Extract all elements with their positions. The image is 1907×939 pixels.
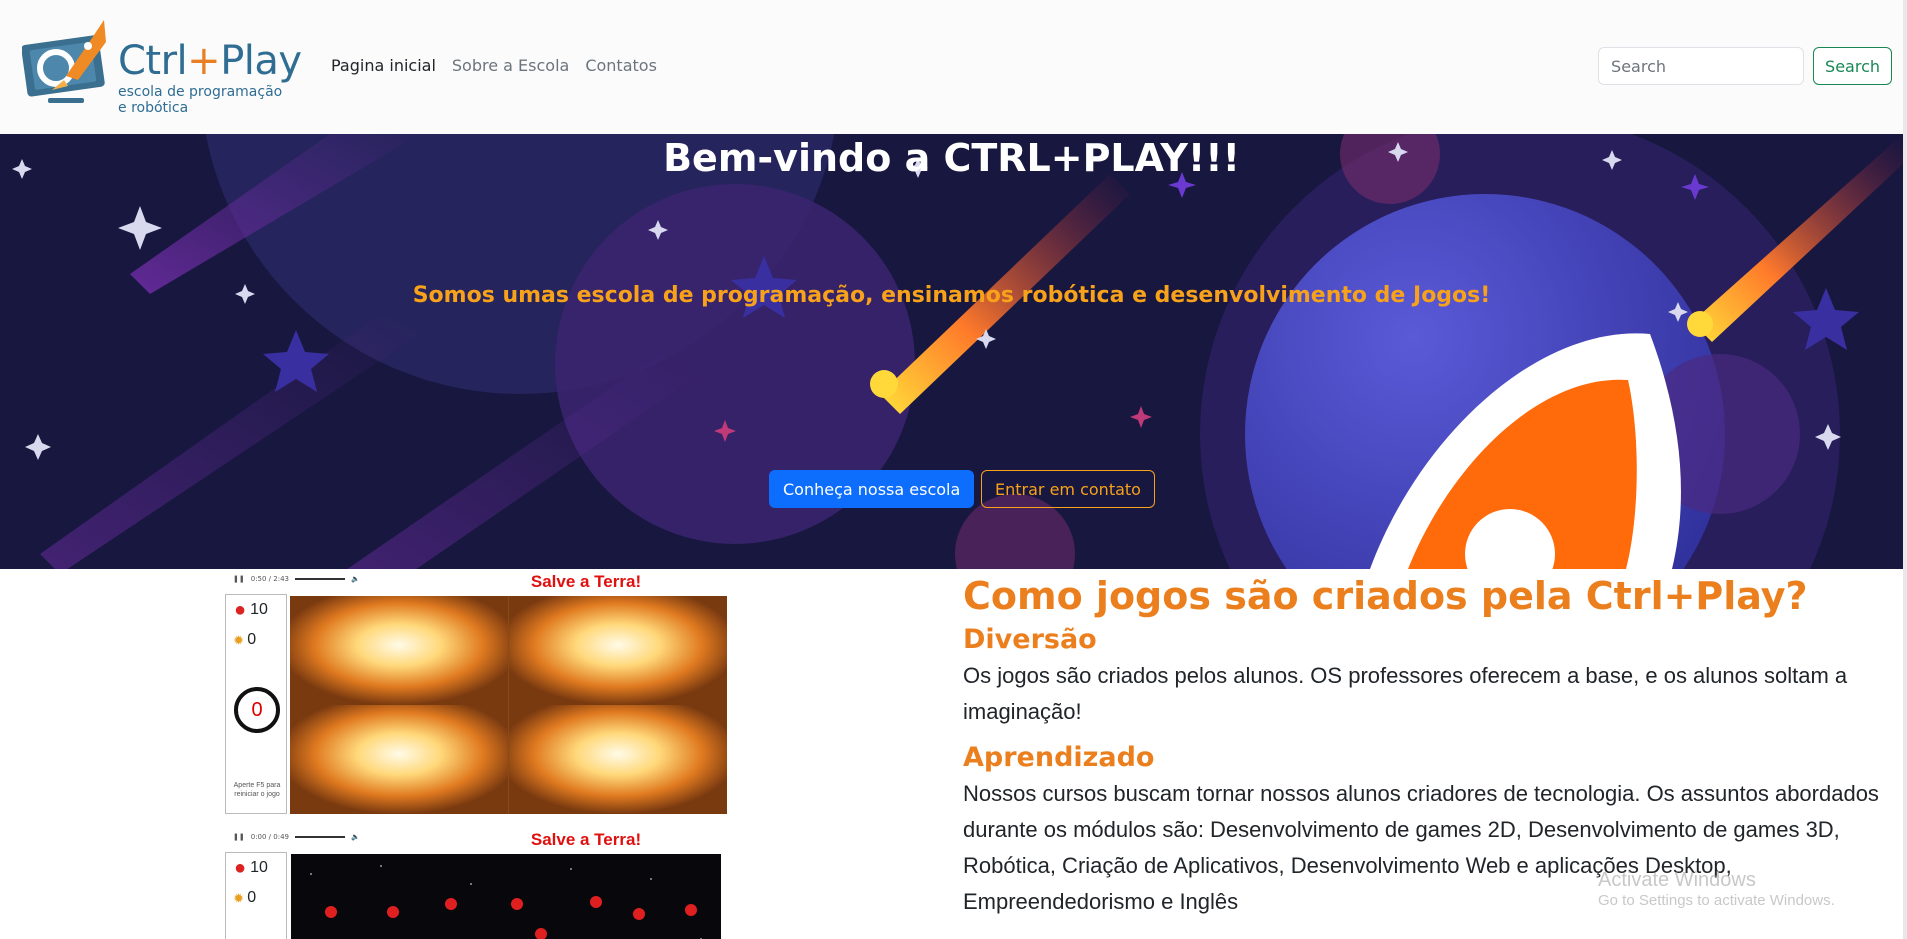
logo-subtitle-line2: e robótica [118, 100, 189, 116]
logo-subtitle-line1: escola de programação [118, 84, 283, 100]
page-scrollbar[interactable] [1903, 0, 1907, 939]
game-title: Salve a Terra! [530, 572, 642, 591]
watermark-line1: Activate Windows [1598, 869, 1756, 891]
meteor-field-image [291, 854, 721, 939]
audio-time: 0:00 / 0:49 [250, 833, 289, 841]
ctrl-play-logo[interactable]: Ctrl+Play escola de programação e robóti… [21, 18, 302, 118]
bomb-icon: ● [234, 856, 247, 879]
audio-time: 0:50 / 2:43 [250, 575, 289, 583]
audio-player[interactable]: ❚❚ 0:00 / 0:49 🔈 [233, 833, 360, 841]
nav-menu: Pagina inicial Sobre a Escola Contatos [331, 56, 657, 75]
know-school-button[interactable]: Conheça nossa escola [769, 470, 975, 508]
game-sidebar: ● 10 ✹ 0 [225, 852, 287, 939]
pause-icon[interactable]: ❚❚ [233, 833, 245, 841]
audio-progress-bar[interactable] [294, 578, 345, 580]
timer-value: 0 [251, 699, 263, 721]
boom-count: 0 [247, 631, 257, 648]
search-button[interactable]: Search [1813, 47, 1892, 85]
boom-icon: ✹ [234, 634, 244, 647]
bomb-icon: ● [234, 598, 247, 621]
volume-icon[interactable]: 🔈 [351, 833, 360, 841]
rocket-monitor-logo-icon [21, 20, 106, 103]
logo-wordmark: Ctrl+Play [118, 38, 302, 84]
contact-button[interactable]: Entrar em contato [981, 470, 1155, 508]
pause-icon[interactable]: ❚❚ [233, 575, 245, 583]
boom-icon: ✹ [234, 892, 244, 905]
navbar: Ctrl+Play escola de programação e robóti… [0, 0, 1907, 134]
boom-count: 0 [247, 889, 257, 906]
volume-icon[interactable]: 🔈 [351, 575, 360, 583]
game-title: Salve a Terra! [530, 830, 642, 849]
search-input[interactable] [1598, 47, 1805, 85]
heading-aprendizado: Aprendizado [963, 742, 1155, 773]
heading-diversao: Diversão [963, 624, 1097, 655]
stopwatch-icon: 0 [234, 687, 280, 733]
hero-title: Bem-vindo a CTRL+PLAY!!! [663, 136, 1240, 180]
nav-link-home[interactable]: Pagina inicial [331, 56, 436, 75]
section-title: Como jogos são criados pela Ctrl+Play? [963, 574, 1808, 618]
paragraph-diversao: Os jogos são criados pelos alunos. OS pr… [963, 663, 1848, 724]
windows-activation-watermark: Activate Windows Go to Settings to activ… [1598, 869, 1835, 909]
hero-banner: Bem-vindo a CTRL+PLAY!!! Somos umas esco… [0, 134, 1903, 569]
lives-count: 10 [250, 601, 268, 618]
restart-hint: Aperte F5 para reiniciar o jogo [233, 782, 281, 798]
game-sidebar: ● 10 ✹ 0 0 Aperte F5 para reiniciar o jogo [225, 594, 287, 814]
nav-link-about[interactable]: Sobre a Escola [452, 56, 569, 75]
search-form: Search [1598, 47, 1892, 85]
audio-player[interactable]: ❚❚ 0:50 / 2:43 🔈 [233, 575, 360, 583]
game-screenshot-1: ❚❚ 0:50 / 2:43 🔈 Salve a Terra! ● 10 ✹ 0 0… [225, 570, 727, 814]
explosion-image [290, 596, 727, 814]
game-screenshot-2: ❚❚ 0:00 / 0:49 🔈 Salve a Terra! ● 10 ✹ 0 [225, 828, 727, 939]
audio-progress-bar[interactable] [294, 836, 345, 838]
nav-link-contacts[interactable]: Contatos [585, 56, 657, 75]
watermark-line2: Go to Settings to activate Windows. [1598, 892, 1835, 909]
lives-count: 10 [250, 859, 268, 876]
hero-subtitle: Somos umas escola de programação, ensina… [412, 283, 1491, 308]
